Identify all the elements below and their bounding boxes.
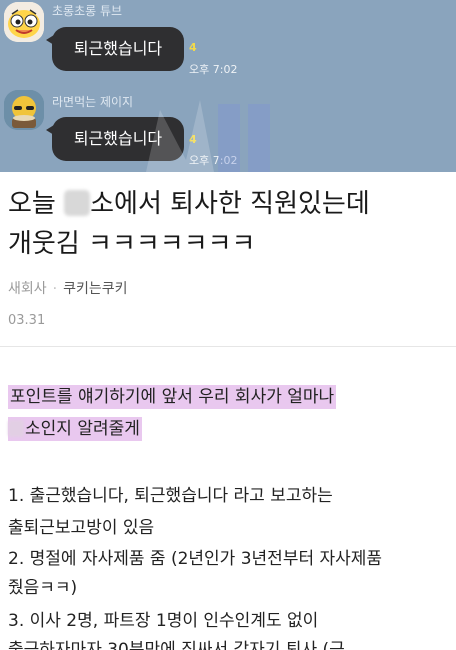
post-date: 03.31 — [8, 313, 46, 328]
body-line: 1. 출근했습니다, 퇴근했습니다 라고 보고하는 — [8, 486, 333, 506]
tube-avatar[interactable] — [4, 2, 44, 42]
censored-character — [64, 190, 91, 216]
title-text: 소에서 퇴사한 직원있는데 — [90, 189, 370, 219]
message-time: 오후 7:02 — [189, 63, 238, 76]
sender-name: 라면먹는 제이지 — [52, 95, 134, 109]
category-label[interactable]: 새회사 — [8, 281, 47, 297]
highlighted-text: 포인트를 얘기하기에 앞서 우리 회사가 얼마나 — [8, 385, 337, 409]
body-line: 출퇴근보고방이 있음 — [8, 518, 155, 538]
duck-character-icon — [4, 2, 44, 42]
highlighted-text: 소인지 알려줄게 — [8, 417, 142, 441]
highlight-text: 소인지 알려줄게 — [25, 419, 140, 439]
author-name[interactable]: 쿠키는쿠키 — [63, 281, 127, 297]
jay-g-avatar[interactable] — [4, 90, 44, 130]
jay-g-character-icon — [4, 90, 44, 130]
body-line: 줬음ㅋㅋ) — [8, 578, 78, 598]
title-text: 개웃김 ㅋㅋㅋㅋㅋㅋㅋ — [8, 229, 256, 259]
divider — [0, 346, 456, 347]
body-line: 2. 명절에 자사제품 줌 (2년인가 3년전부터 자사제품 — [8, 549, 383, 569]
censored-character — [8, 420, 24, 437]
message-bubble[interactable]: 퇴근했습니다 — [46, 27, 184, 71]
separator-dot: · — [52, 281, 58, 297]
sender-name: 초롱초롱 튜브 — [52, 4, 123, 18]
watermark-logo — [146, 100, 270, 172]
title-text: 오늘 — [8, 189, 56, 219]
unread-count: 4 — [189, 41, 197, 54]
chat-screenshot: 초롱초롱 튜브 퇴근했습니다 4 오후 7:02 라면먹는 제이지 퇴근했습니다… — [0, 0, 456, 172]
body-line: 3. 이사 2명, 파트장 1명이 인수인계도 없이 — [8, 611, 319, 631]
post-title: 오늘 소에서 퇴사한 직원있는데 개웃김 ㅋㅋㅋㅋㅋㅋㅋ — [8, 184, 448, 264]
body-line: 출근하자마자 30분만에 짐싸서 갑자기 퇴사 (근 — [8, 640, 345, 650]
post-meta: 새회사 · 쿠키는쿠키 — [8, 278, 128, 298]
